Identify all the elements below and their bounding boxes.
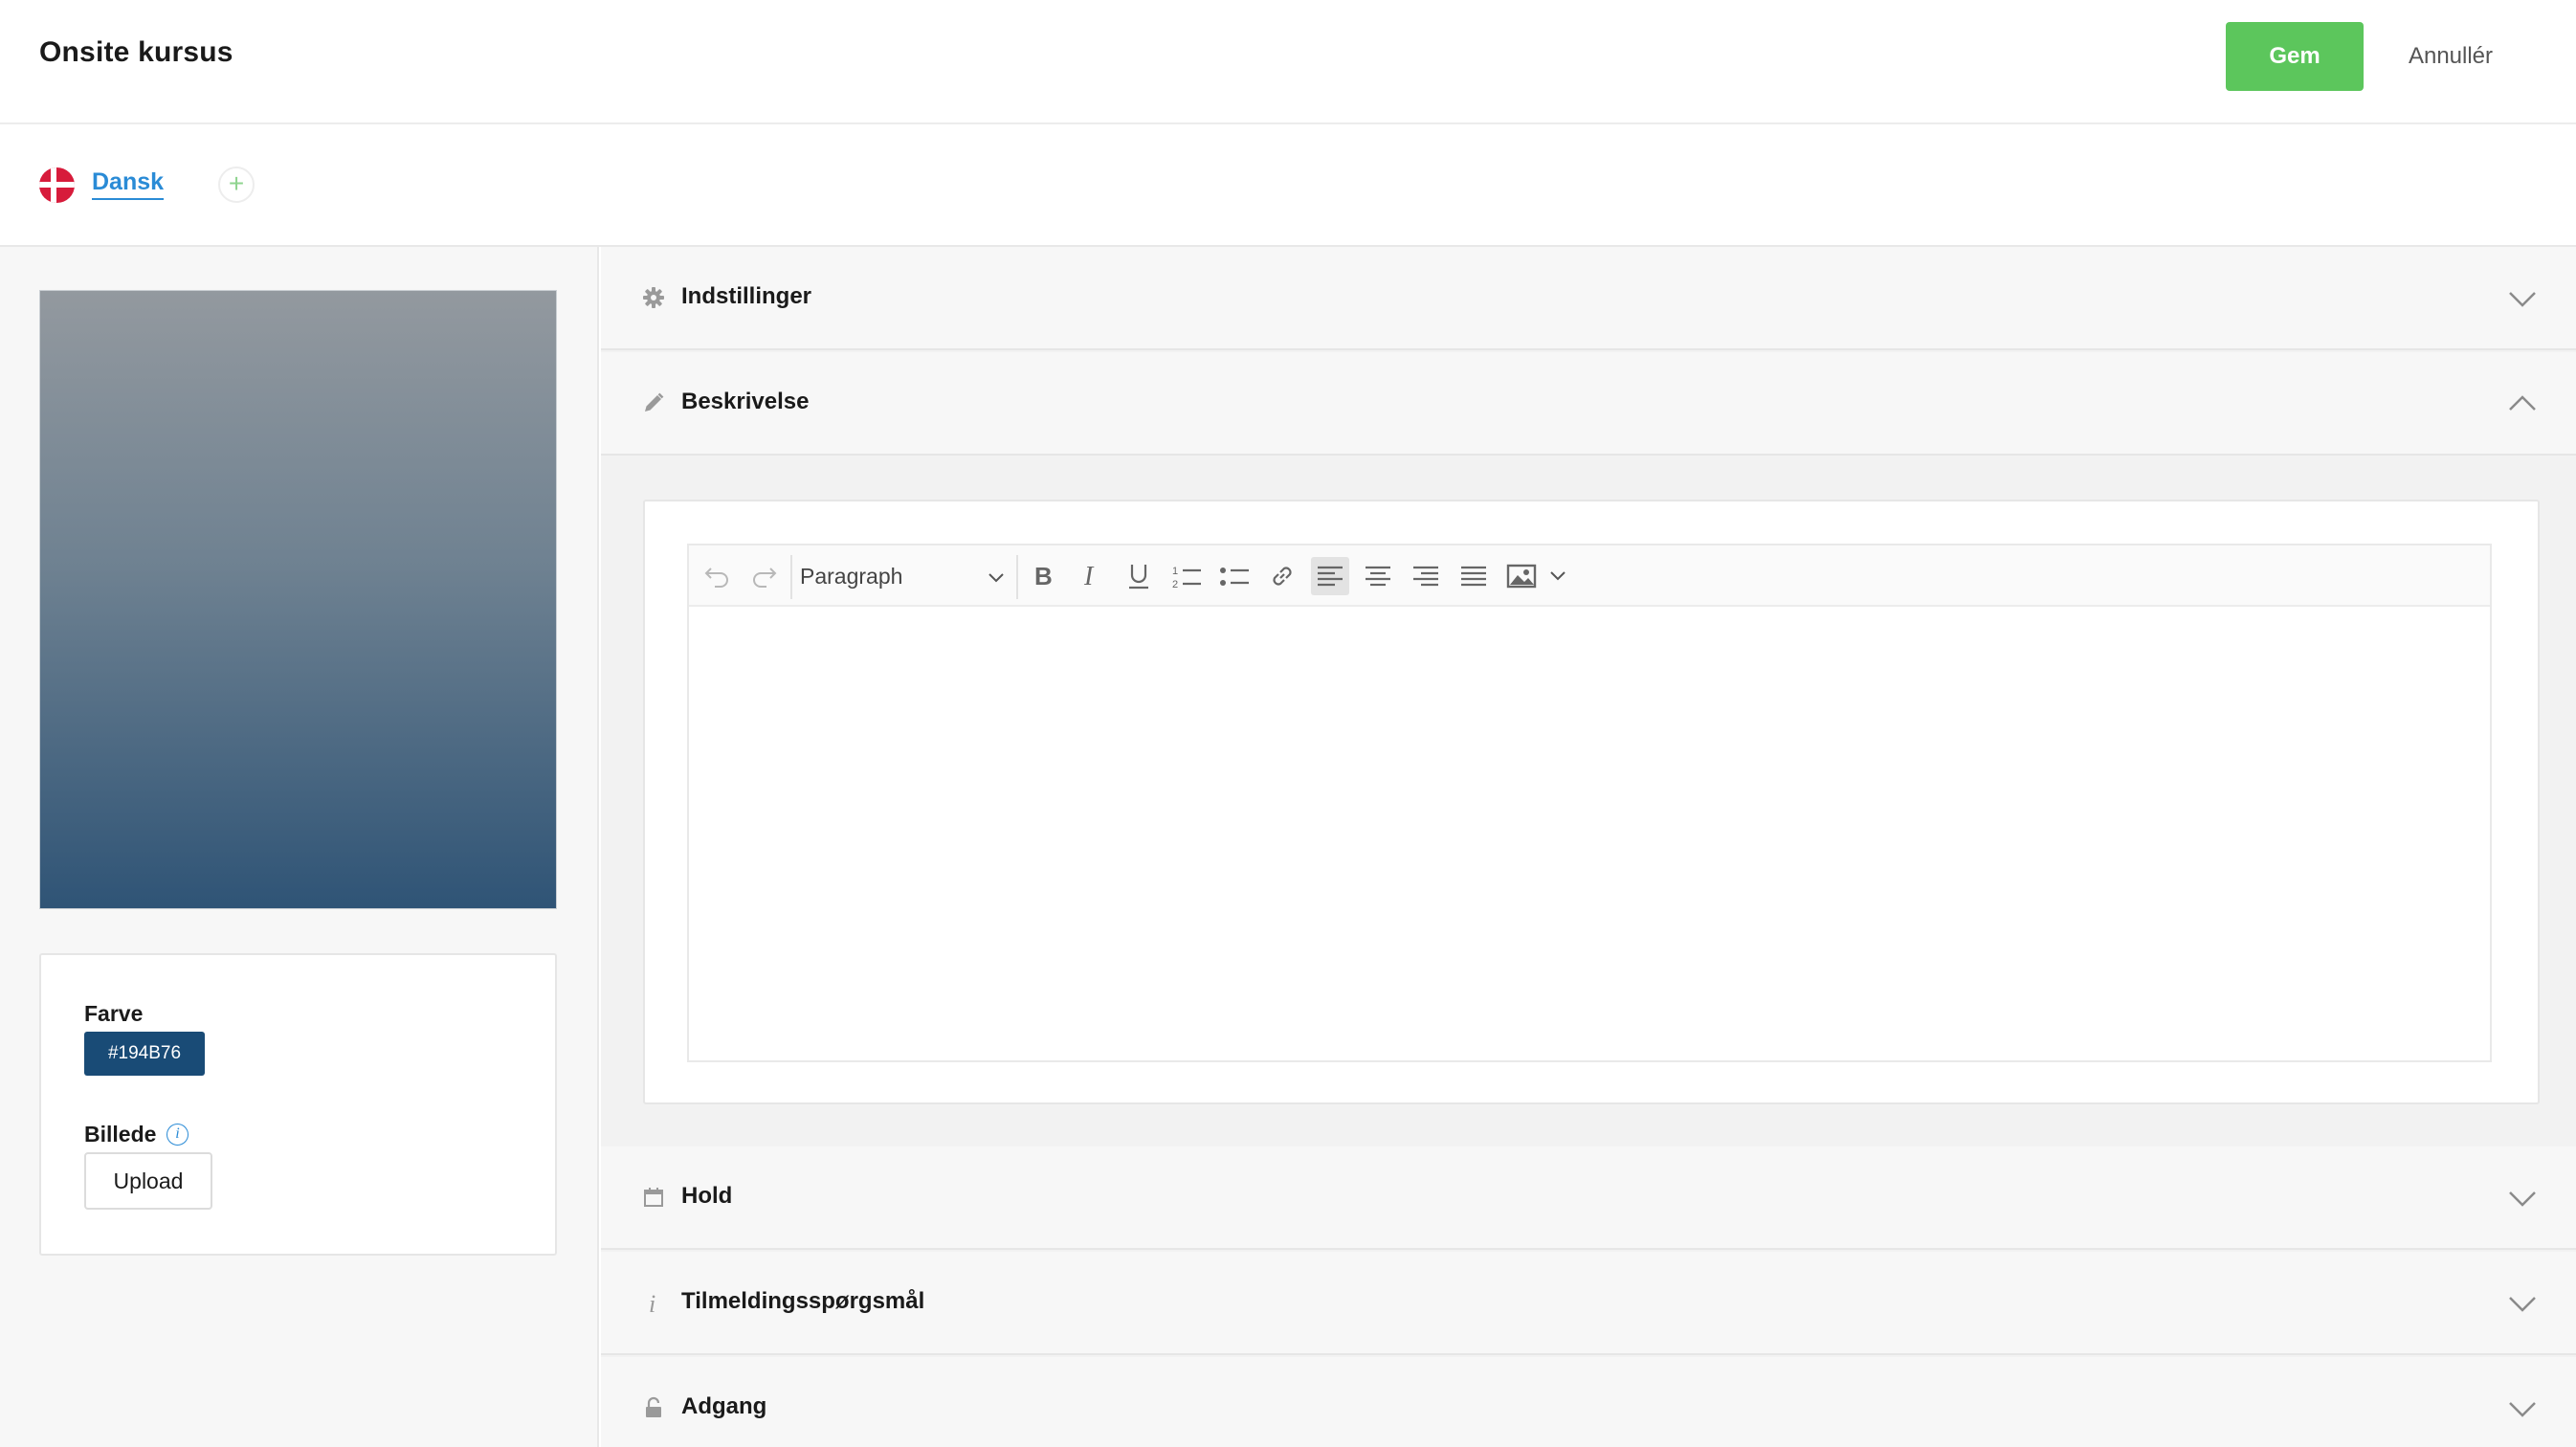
editor-card: Paragraph B I 1 2 [643, 500, 2540, 1104]
align-justify-icon[interactable] [1455, 557, 1493, 595]
underline-icon[interactable] [1120, 557, 1158, 595]
info-icon: i [641, 1290, 666, 1316]
save-button[interactable]: Gem [2226, 22, 2364, 91]
bold-icon[interactable]: B [1024, 557, 1062, 595]
language-tab-dansk[interactable]: Dansk [92, 168, 165, 200]
svg-text:1: 1 [1172, 566, 1178, 577]
chevron-down-icon [988, 564, 1005, 590]
upload-button[interactable]: Upload [84, 1152, 212, 1210]
editor-content-area[interactable] [689, 607, 2490, 1060]
add-language-button[interactable]: + [218, 167, 255, 203]
align-center-icon[interactable] [1359, 557, 1397, 595]
editor-toolbar: Paragraph B I 1 2 [689, 545, 2490, 607]
ordered-list-icon[interactable]: 12 [1167, 557, 1206, 595]
lock-icon [641, 1395, 666, 1420]
block-format-value: Paragraph [800, 563, 903, 589]
rich-text-editor: Paragraph B I 1 2 [687, 544, 2492, 1062]
bullet-list-icon[interactable] [1215, 557, 1254, 595]
chevron-down-icon[interactable] [2507, 1395, 2538, 1422]
cover-image-preview [39, 290, 557, 909]
color-picker-swatch[interactable]: #194B76 [84, 1032, 205, 1076]
align-right-icon[interactable] [1407, 557, 1445, 595]
pencil-icon [641, 390, 666, 415]
chevron-up-icon[interactable] [2507, 390, 2538, 417]
description-body: Paragraph B I 1 2 [601, 456, 2576, 1104]
chevron-down-icon[interactable] [2507, 1290, 2538, 1317]
page-title: Onsite kursus [39, 36, 233, 68]
block-format-select[interactable]: Paragraph [794, 557, 1010, 595]
section-title-signup-questions: Tilmeldingsspørgsmål [681, 1288, 925, 1314]
section-header-description[interactable]: Beskrivelse [601, 352, 2576, 456]
redo-icon[interactable] [744, 557, 783, 595]
gear-icon [641, 285, 666, 310]
section-title-settings: Indstillinger [681, 283, 812, 309]
cancel-button[interactable]: Annullér [2383, 22, 2519, 91]
calendar-icon [641, 1185, 666, 1210]
undo-icon[interactable] [699, 557, 737, 595]
image-label: Billede [84, 1122, 157, 1146]
section-header-signup-questions[interactable]: i Tilmeldingsspørgsmål [601, 1252, 2576, 1355]
sections-panel: Indstillinger Beskrivelse Paragraph B I … [601, 247, 2576, 1447]
section-header-access[interactable]: Adgang [601, 1357, 2576, 1447]
image-icon[interactable] [1502, 557, 1541, 595]
link-icon[interactable] [1263, 557, 1301, 595]
section-header-settings[interactable]: Indstillinger [601, 247, 2576, 350]
chevron-down-icon[interactable] [2507, 1185, 2538, 1212]
italic-icon[interactable]: I [1072, 557, 1110, 595]
svg-text:i: i [649, 1290, 655, 1316]
align-left-icon[interactable] [1311, 557, 1349, 595]
danish-flag-icon [39, 167, 75, 203]
color-label: Farve [84, 1001, 144, 1026]
svg-text:B: B [1034, 563, 1053, 590]
section-title-teams: Hold [681, 1183, 733, 1209]
top-header: Onsite kursus Gem Annullér [0, 0, 2576, 124]
chevron-down-icon[interactable] [2507, 285, 2538, 312]
language-bar: Dansk + [0, 124, 2576, 247]
more-chevron-icon[interactable] [1543, 557, 1572, 595]
left-panel: Farve #194B76 Billede i Upload [0, 247, 599, 1447]
section-title-description: Beskrivelse [681, 389, 810, 414]
svg-text:I: I [1083, 563, 1095, 590]
appearance-card: Farve #194B76 Billede i Upload [39, 953, 557, 1256]
svg-text:2: 2 [1172, 579, 1178, 590]
info-icon[interactable]: i [167, 1124, 189, 1146]
section-header-teams[interactable]: Hold [601, 1146, 2576, 1250]
section-title-access: Adgang [681, 1393, 767, 1419]
